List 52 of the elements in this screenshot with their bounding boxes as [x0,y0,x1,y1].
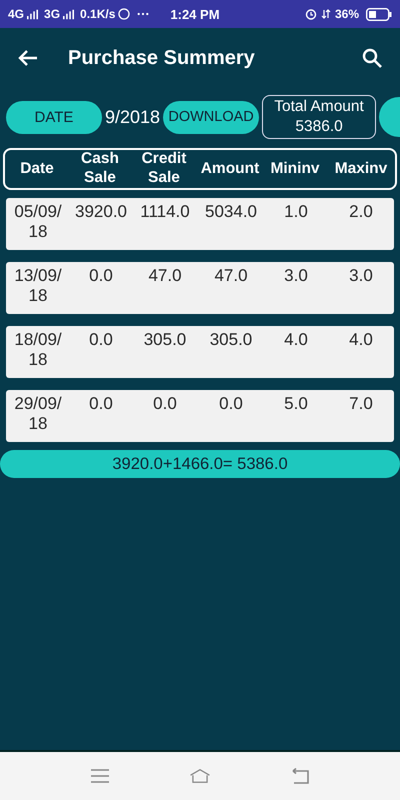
network-label: 4G [8,7,24,21]
column-header: Maxinv [334,160,388,178]
table-cell-text: 13/09/18 [13,266,63,307]
signal-icon [63,8,74,20]
table-cell-text: 18/09/18 [13,330,63,371]
home-icon[interactable] [189,768,211,784]
table-cell-text: 3920.0 [74,202,128,222]
table-cell-text: 0.0 [88,266,114,286]
table-cell-text: 47.0 [147,266,183,286]
table-cell-text: 1.0 [283,202,309,222]
search-icon [362,48,382,68]
table-cell-text: 5.0 [283,394,309,414]
column-header: Cash Sale [80,150,120,188]
total-label: Total Amount [274,96,364,117]
table-cell-text: 305.0 [142,330,188,350]
summary-bar: 3920.0+1466.0= 5386.0 [0,450,400,478]
table-cell-text: 47.0 [213,266,249,286]
table-cell-text: 1114.0 [139,202,191,222]
column-header: Amount [200,160,260,178]
table-cell-text: 5034.0 [204,202,258,222]
date-button[interactable]: DATE [6,100,102,134]
back-arrow-icon [18,49,38,67]
table-cell-text: 7.0 [348,394,374,414]
signal-icon [27,8,38,20]
alarm-icon [304,8,317,20]
table-cell-text: 4.0 [348,330,374,350]
table-cell-text: 0.0 [218,394,244,414]
screen-title: Purchase Summery [68,46,256,70]
data-arrows-icon [320,8,332,20]
column-header: Mininv [269,160,321,178]
column-header: Credit Sale [140,150,188,188]
network-label: 3G [44,7,60,21]
table-cell-text: 4.0 [283,330,309,350]
table-cell-text: 305.0 [208,330,254,350]
column-header: Date [19,160,55,178]
total-value: 5386.0 [295,117,343,137]
table-cell-text: 2.0 [348,202,374,222]
more-icon [137,12,150,16]
table-cell-text: 0.0 [88,394,114,414]
table-cell-text: 3.0 [283,266,309,286]
battery-percent: 36% [334,7,359,21]
table-cell-text: 05/09/18 [13,202,63,243]
date-value: 9/2018 [105,106,160,128]
download-button[interactable]: DOWNLOAD [163,100,260,134]
table-cell-text: 0.0 [88,330,114,350]
table-cell-text: 0.0 [152,394,178,414]
menu-icon[interactable] [89,768,111,784]
clock: 1:24 PM [170,6,220,22]
network-speed: 0.1K/s [80,7,116,21]
battery-icon [366,8,392,20]
table-cell-text: 3.0 [348,266,374,286]
table-cell-text: 29/09/18 [13,394,63,435]
